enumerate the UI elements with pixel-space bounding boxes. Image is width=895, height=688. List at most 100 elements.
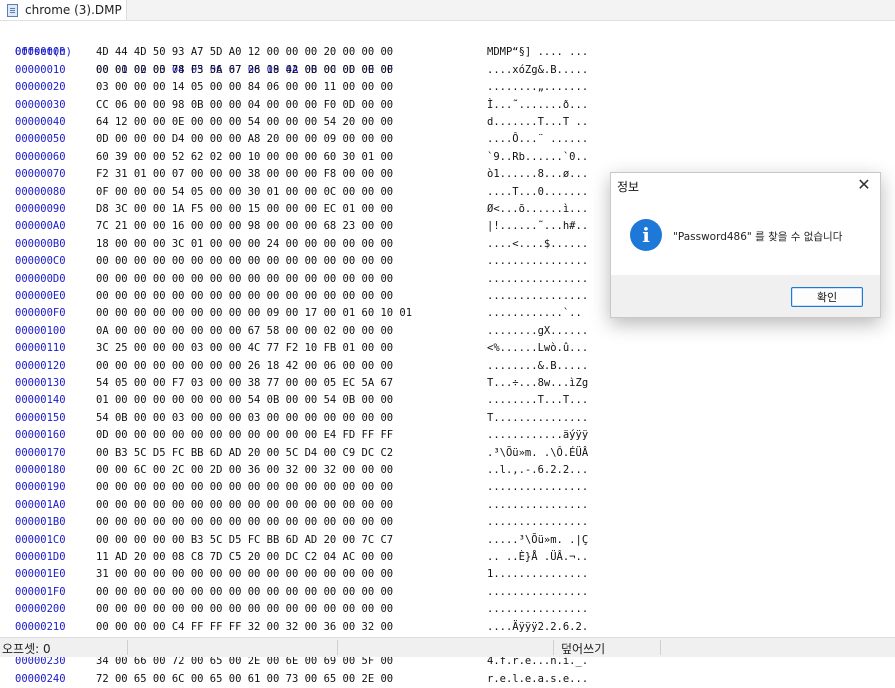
row-hex[interactable]: 00 00 00 00 00 00 00 00 00 09 00 17 00 0… — [96, 305, 412, 322]
row-hex[interactable]: 00 00 00 00 00 B3 5C D5 FC BB 6D AD 20 0… — [96, 532, 393, 549]
row-hex[interactable]: 11 AD 20 00 08 C8 7D C5 20 00 DC C2 04 A… — [96, 549, 393, 566]
row-ascii[interactable]: ò1......8...ø... — [487, 166, 588, 183]
tab-label: chrome (3).DMP — [25, 3, 122, 17]
row-offset: 00000000 — [15, 46, 66, 59]
row-hex[interactable]: 00 00 00 00 00 00 00 00 00 00 00 00 00 0… — [96, 271, 393, 288]
row-hex[interactable]: 0A 00 00 00 00 00 00 00 67 58 00 00 02 0… — [96, 323, 393, 340]
row-hex[interactable]: 00 00 00 00 00 00 00 00 00 00 00 00 00 0… — [96, 497, 393, 514]
row-ascii[interactable]: ................ — [487, 271, 588, 288]
row-ascii[interactable]: MDMP“§] .... ... — [487, 44, 588, 61]
row-ascii[interactable]: .. ..È}Å .ÜÂ.¬.. — [487, 549, 588, 566]
row-hex[interactable]: 00 00 6C 00 2C 00 2D 00 36 00 32 00 32 0… — [96, 462, 393, 479]
row-ascii[interactable]: ................ — [487, 497, 588, 514]
row-offset: 000000C0 — [15, 255, 66, 268]
row-offset: 00000020 — [15, 81, 66, 94]
row-ascii[interactable]: Ì...˜.......ð... — [487, 97, 588, 114]
row-ascii[interactable]: ............äýÿÿ — [487, 427, 588, 444]
row-ascii[interactable]: ..l.,.-.6.2.2... — [487, 462, 588, 479]
row-hex[interactable]: D8 3C 00 00 1A F5 00 00 15 00 00 00 EC 0… — [96, 201, 393, 218]
row-offset: 00000210 — [15, 620, 66, 633]
row-offset: 00000090 — [15, 203, 66, 215]
row-offset: 00000180 — [15, 464, 66, 476]
dialog-message: "Password486" 를 찾을 수 없습니다 — [673, 231, 843, 243]
row-offset: 000000B0 — [15, 237, 66, 250]
row-offset: 00000070 — [15, 168, 66, 181]
row-hex[interactable]: 00 B3 5C D5 FC BB 6D AD 20 00 5C D4 00 C… — [96, 445, 393, 462]
ok-button[interactable]: 확인 — [791, 287, 863, 307]
row-ascii[interactable]: T...÷...8w...ìZg — [487, 375, 588, 392]
row-ascii[interactable]: |!......˜...h#.. — [487, 218, 588, 235]
row-ascii[interactable]: ................ — [487, 288, 588, 305]
tab-file[interactable]: chrome (3).DMP — [0, 0, 127, 20]
row-ascii[interactable]: ................ — [487, 479, 588, 496]
status-divider — [127, 640, 128, 655]
row-hex[interactable]: 54 0B 00 00 03 00 00 00 03 00 00 00 00 0… — [96, 410, 393, 427]
row-hex[interactable]: 00 00 00 00 00 00 00 00 00 00 00 00 00 0… — [96, 584, 393, 601]
row-hex[interactable]: F2 31 01 00 07 00 00 00 38 00 00 00 F8 0… — [96, 166, 393, 183]
info-dialog: 정보 ✕ i "Password486" 를 찾을 수 없습니다 확인 — [610, 172, 881, 318]
row-ascii[interactable]: ....Äÿÿÿ2.2.6.2. — [487, 619, 588, 636]
row-ascii[interactable]: ................ — [487, 584, 588, 601]
row-hex[interactable]: 72 00 65 00 6C 00 65 00 61 00 73 00 65 0… — [96, 671, 393, 688]
row-hex[interactable]: 7C 21 00 00 16 00 00 00 98 00 00 00 68 2… — [96, 218, 393, 235]
row-ascii[interactable]: ............`.. — [487, 305, 582, 322]
status-offset: 오프셋: 0 — [2, 642, 51, 656]
row-hex[interactable]: 64 12 00 00 0E 00 00 00 54 00 00 00 54 2… — [96, 114, 393, 131]
row-hex[interactable]: 00 00 00 00 C4 FF FF FF 32 00 32 00 36 0… — [96, 619, 393, 636]
row-ascii[interactable]: .....³\Õü»m. .|Ç — [487, 532, 588, 549]
row-hex[interactable]: 00 00 00 00 00 00 00 00 26 18 42 00 06 0… — [96, 358, 393, 375]
row-ascii[interactable]: ........„....... — [487, 79, 588, 96]
row-ascii[interactable]: ................ — [487, 253, 588, 270]
close-icon[interactable]: ✕ — [854, 176, 874, 194]
row-hex[interactable]: 00 00 00 00 00 00 00 00 00 00 00 00 00 0… — [96, 479, 393, 496]
row-ascii[interactable]: ................ — [487, 514, 588, 531]
row-offset: 00000100 — [15, 324, 66, 337]
row-ascii[interactable]: ........T...T... — [487, 392, 588, 409]
row-ascii[interactable]: ........gX...... — [487, 323, 588, 340]
row-offset: 00000150 — [15, 411, 66, 424]
row-hex[interactable]: CC 06 00 00 98 0B 00 00 04 00 00 00 F0 0… — [96, 97, 393, 114]
row-offset: 000001B0 — [15, 516, 66, 529]
row-offset: 00000050 — [15, 133, 66, 146]
row-hex[interactable]: 0F 00 00 00 54 05 00 00 30 01 00 00 0C 0… — [96, 184, 393, 201]
row-ascii[interactable]: Ø<...õ......ì... — [487, 201, 588, 218]
row-hex[interactable]: 60 39 00 00 52 62 02 00 10 00 00 00 60 3… — [96, 149, 393, 166]
row-hex[interactable]: 00 00 00 00 78 F3 5A 67 26 18 42 00 00 0… — [96, 62, 393, 79]
row-hex[interactable]: 00 00 00 00 00 00 00 00 00 00 00 00 00 0… — [96, 601, 393, 618]
row-hex[interactable]: 18 00 00 00 3C 01 00 00 00 24 00 00 00 0… — [96, 236, 393, 253]
row-ascii[interactable]: ....T...0....... — [487, 184, 588, 201]
row-ascii[interactable]: <%......Lwò.û... — [487, 340, 588, 357]
row-ascii[interactable]: ....<....$...... — [487, 236, 588, 253]
row-hex[interactable]: 0D 00 00 00 00 00 00 00 00 00 00 00 E4 F… — [96, 427, 393, 444]
row-hex[interactable]: 31 00 00 00 00 00 00 00 00 00 00 00 00 0… — [96, 566, 393, 583]
row-hex[interactable]: 00 00 00 00 00 00 00 00 00 00 00 00 00 0… — [96, 514, 393, 531]
row-ascii[interactable]: ....xóZg&.B..... — [487, 62, 588, 79]
row-offset: 00000110 — [15, 342, 66, 355]
row-ascii[interactable]: ....Ô...¨ ...... — [487, 131, 588, 148]
status-bar: 오프셋: 0 덮어쓰기 — [0, 637, 895, 657]
row-ascii[interactable]: ........&.B..... — [487, 358, 588, 375]
row-ascii[interactable]: r.e.l.e.a.s.e... — [487, 671, 588, 688]
row-offset: 000000E0 — [15, 290, 66, 302]
row-ascii[interactable]: d.......T...T .. — [487, 114, 588, 131]
row-ascii[interactable]: `9..Rb......`0.. — [487, 149, 588, 166]
row-hex[interactable]: 01 00 00 00 00 00 00 00 54 0B 00 00 54 0… — [96, 392, 393, 409]
row-ascii[interactable]: ................ — [487, 601, 588, 618]
row-offset: 000000A0 — [15, 220, 66, 233]
row-ascii[interactable]: .³\Õü»m. .\Ô.ÉÜÂ — [487, 445, 588, 462]
info-icon: i — [630, 219, 662, 251]
row-ascii[interactable]: 1............... — [487, 566, 588, 583]
row-offset: 000001F0 — [15, 585, 66, 598]
row-hex[interactable]: 54 05 00 00 F7 03 00 00 38 77 00 00 05 E… — [96, 375, 393, 392]
row-hex[interactable]: 00 00 00 00 00 00 00 00 00 00 00 00 00 0… — [96, 288, 393, 305]
row-ascii[interactable]: T............... — [487, 410, 588, 427]
row-hex[interactable]: 00 00 00 00 00 00 00 00 00 00 00 00 00 0… — [96, 253, 393, 270]
row-hex[interactable]: 4D 44 4D 50 93 A7 5D A0 12 00 00 00 20 0… — [96, 44, 393, 61]
dialog-body: i "Password486" 를 찾을 수 없습니다 — [611, 199, 880, 275]
row-hex[interactable]: 03 00 00 00 14 05 00 00 84 06 00 00 11 0… — [96, 79, 393, 96]
row-hex[interactable]: 0D 00 00 00 D4 00 00 00 A8 20 00 00 09 0… — [96, 131, 393, 148]
status-divider — [660, 640, 661, 655]
row-hex[interactable]: 3C 25 00 00 00 03 00 00 4C 77 F2 10 FB 0… — [96, 340, 393, 357]
file-icon — [7, 3, 18, 17]
status-divider — [337, 640, 338, 655]
